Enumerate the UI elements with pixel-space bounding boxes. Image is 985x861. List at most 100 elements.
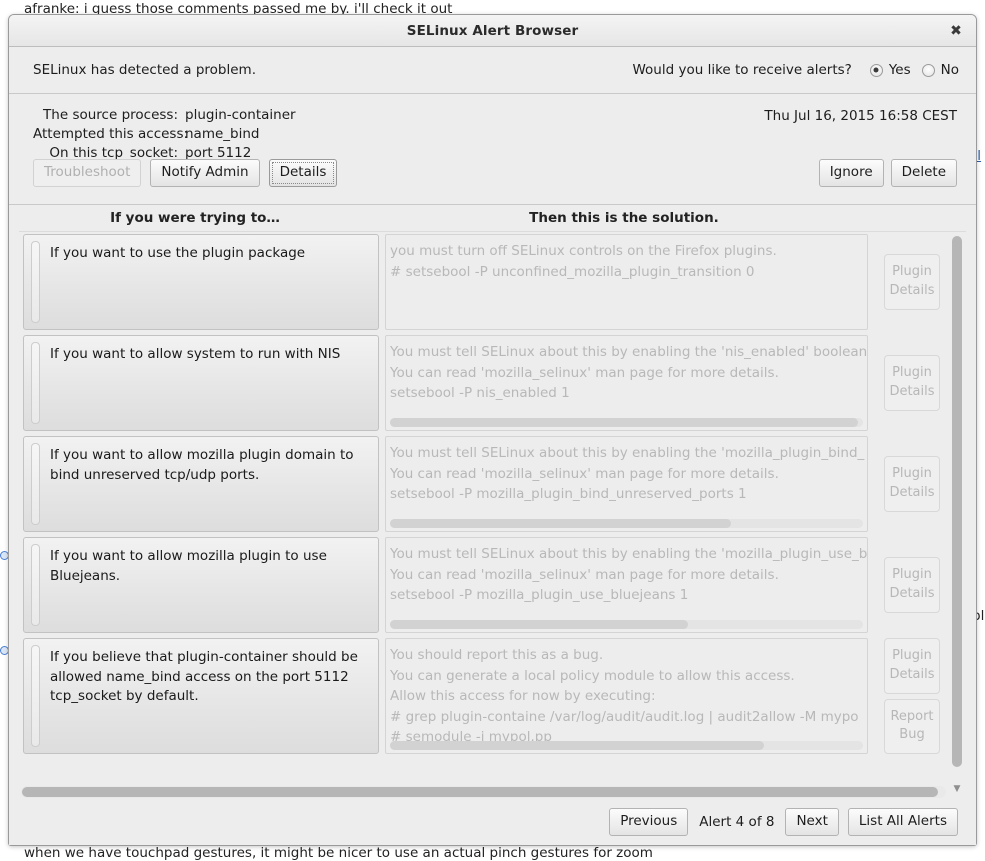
radio-no-label: No [941, 62, 959, 78]
row-handle[interactable] [31, 443, 40, 525]
solution-line: setsebool -P mozilla_plugin_bind_unreser… [390, 484, 861, 505]
table-row: If you want to allow mozilla plugin to u… [19, 535, 948, 636]
solution-scrollbar-thumb[interactable] [390, 418, 858, 427]
solution-horizontal-scrollbar[interactable] [390, 620, 863, 629]
trying-cell[interactable]: If you want to allow mozilla plugin to u… [23, 537, 379, 633]
alert-field-key: The source process: [33, 107, 185, 123]
receive-alerts-question: Would you like to receive alerts? [632, 62, 851, 78]
plugin-details-button[interactable]: Plugin Details [884, 254, 940, 310]
solution-line: You must tell SELinux about this by enab… [390, 443, 861, 464]
row-buttons: Plugin DetailsReport Bug [876, 638, 948, 754]
next-button[interactable]: Next [785, 808, 838, 836]
trying-cell[interactable]: If you believe that plugin-container sho… [23, 638, 379, 754]
row-handle[interactable] [31, 645, 40, 747]
trying-text: If you want to allow system to run with … [50, 345, 340, 365]
trying-text: If you believe that plugin-container sho… [50, 648, 364, 707]
solution-line: you must turn off SELinux controls on th… [390, 241, 861, 262]
row-buttons: Plugin Details [876, 234, 948, 330]
list-all-alerts-button[interactable]: List All Alerts [848, 808, 958, 836]
column-header-solution: Then this is the solution. [381, 210, 867, 226]
vertical-scrollbar-thumb[interactable] [952, 236, 962, 767]
trying-cell[interactable]: If you want to use the plugin package [23, 234, 379, 330]
solution-line: You must tell SELinux about this by enab… [390, 544, 861, 565]
plugin-details-button[interactable]: Plugin Details [884, 638, 940, 694]
solution-line: You should report this as a bug. [390, 645, 861, 666]
row-handle[interactable] [31, 241, 40, 323]
plugin-details-button[interactable]: Plugin Details [884, 355, 940, 411]
solution-scrollbar-thumb[interactable] [390, 620, 688, 629]
problem-message: SELinux has detected a problem. [33, 62, 256, 78]
background-chat-line-bottom: when we have touchpad gestures, it might… [24, 845, 653, 861]
chevron-down-icon[interactable]: ▼ [952, 783, 962, 795]
radio-yes-label: Yes [889, 62, 911, 78]
solution-cell[interactable]: you must turn off SELinux controls on th… [385, 234, 868, 330]
alert-timestamp: Thu Jul 16, 2015 16:58 CEST [764, 108, 957, 124]
row-handle[interactable] [31, 342, 40, 424]
alert-field-value: plugin-container [185, 107, 296, 123]
solution-horizontal-scrollbar[interactable] [390, 741, 863, 750]
radio-yes[interactable]: Yes [870, 62, 911, 78]
radio-no-indicator[interactable] [922, 64, 935, 77]
solution-table-headers: If you were trying to… Then this is the … [9, 205, 976, 231]
table-row: If you want to allow system to run with … [19, 333, 948, 434]
navigation-footer: Previous Alert 4 of 8 Next List All Aler… [9, 799, 976, 845]
plugin-details-button[interactable]: Plugin Details [884, 456, 940, 512]
trying-cell[interactable]: If you want to allow system to run with … [23, 335, 379, 431]
alert-action-buttons-left: Troubleshoot Notify Admin Details [33, 159, 337, 187]
solution-cell[interactable]: You should report this as a bug.You can … [385, 638, 868, 754]
table-row: If you want to allow mozilla plugin doma… [19, 434, 948, 535]
solution-cell[interactable]: You must tell SELinux about this by enab… [385, 436, 868, 532]
solution-rows-container: If you want to use the plugin package you… [19, 232, 948, 783]
column-header-trying: If you were trying to… [9, 210, 381, 226]
horizontal-scrollbar-thumb[interactable] [22, 787, 938, 797]
report-bug-button[interactable]: Report Bug [884, 699, 940, 755]
solution-cell[interactable]: You must tell SELinux about this by enab… [385, 335, 868, 431]
alert-field-row: Attempted this access: name_bind [33, 126, 959, 142]
solution-line: # setsebool -P unconfined_mozilla_plugin… [390, 262, 861, 283]
alert-counter: Alert 4 of 8 [697, 814, 776, 830]
notify-admin-button[interactable]: Notify Admin [150, 159, 259, 187]
solution-list-area: If you want to use the plugin package you… [19, 231, 966, 799]
row-buttons: Plugin Details [876, 436, 948, 532]
solution-line: Allow this access for now by executing: [390, 686, 861, 707]
solution-line: You can read 'mozilla_selinux' man page … [390, 464, 861, 485]
solution-text-block: You should report this as a bug.You can … [386, 645, 867, 748]
solution-text-block: you must turn off SELinux controls on th… [386, 241, 867, 282]
solution-list-horizontal-scrollbar[interactable] [21, 786, 946, 798]
radio-yes-indicator[interactable] [870, 64, 883, 77]
ignore-button[interactable]: Ignore [819, 159, 884, 187]
previous-button[interactable]: Previous [609, 808, 688, 836]
table-row: If you want to use the plugin package you… [19, 232, 948, 333]
dialog-titlebar: SELinux Alert Browser ✖ [9, 15, 976, 47]
trying-text: If you want to use the plugin package [50, 244, 305, 264]
alert-action-buttons-right: Ignore Delete [819, 159, 957, 187]
solution-line: You can generate a local policy module t… [390, 666, 861, 687]
row-buttons: Plugin Details [876, 335, 948, 431]
trying-text: If you want to allow mozilla plugin to u… [50, 547, 364, 586]
delete-button[interactable]: Delete [891, 159, 957, 187]
solution-line: setsebool -P mozilla_plugin_use_bluejean… [390, 585, 861, 606]
troubleshoot-button[interactable]: Troubleshoot [33, 159, 141, 187]
solution-horizontal-scrollbar[interactable] [390, 418, 863, 427]
alert-action-bar: Troubleshoot Notify Admin Details Ignore… [33, 159, 957, 187]
solution-scrollbar-thumb[interactable] [390, 741, 764, 750]
table-row: If you believe that plugin-container sho… [19, 636, 948, 757]
solution-line: setsebool -P nis_enabled 1 [390, 383, 861, 404]
solution-list-vertical-scrollbar[interactable]: ▼ [950, 234, 964, 781]
trying-cell[interactable]: If you want to allow mozilla plugin doma… [23, 436, 379, 532]
solution-line: You can read 'mozilla_selinux' man page … [390, 565, 861, 586]
solution-line: # grep plugin-containe /var/log/audit/au… [390, 707, 861, 728]
close-icon[interactable]: ✖ [945, 20, 967, 42]
dialog-header-band: SELinux has detected a problem. Would yo… [9, 47, 976, 93]
plugin-details-button[interactable]: Plugin Details [884, 557, 940, 613]
row-buttons: Plugin Details [876, 537, 948, 633]
row-handle[interactable] [31, 544, 40, 626]
solution-scrollbar-thumb[interactable] [390, 519, 731, 528]
receive-alerts-group: Would you like to receive alerts? Yes No [632, 62, 959, 78]
solution-cell[interactable]: You must tell SELinux about this by enab… [385, 537, 868, 633]
solution-horizontal-scrollbar[interactable] [390, 519, 863, 528]
solution-line: You can read 'mozilla_selinux' man page … [390, 363, 861, 384]
details-button[interactable]: Details [269, 159, 338, 187]
radio-no[interactable]: No [922, 62, 959, 78]
alert-info-block: The source process: plugin-container Att… [9, 94, 976, 204]
